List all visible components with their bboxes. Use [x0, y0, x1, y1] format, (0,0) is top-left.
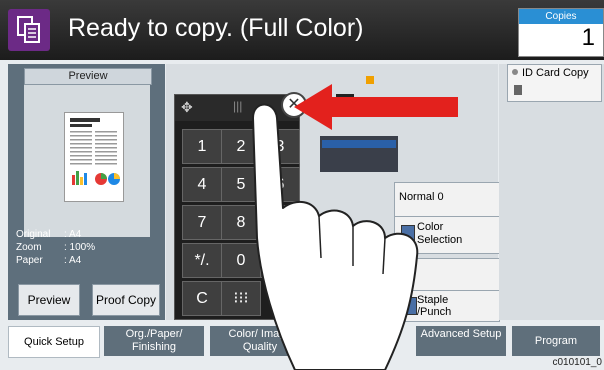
key-1[interactable]: 1	[182, 129, 222, 164]
move-icon[interactable]: ✥	[181, 99, 193, 116]
page-thumbnail	[64, 112, 124, 202]
id-card-copy-label: ID Card Copy	[522, 67, 589, 79]
paper-key: Paper	[16, 255, 43, 266]
key-clear[interactable]: C	[182, 281, 222, 316]
preview-title: Preview	[24, 68, 152, 85]
copies-label: Copies	[519, 9, 603, 24]
copy-icon	[8, 9, 50, 51]
paper-value: : A4	[64, 255, 82, 266]
copies-field[interactable]: Copies 1	[518, 8, 604, 57]
tab-program[interactable]: Program	[512, 326, 600, 356]
right-panel: ID Card Copy	[499, 64, 604, 320]
key-7[interactable]: 7	[182, 205, 222, 240]
hand-pointer-icon	[252, 103, 419, 370]
preview-area	[24, 85, 150, 237]
figure-code: c010101_0	[552, 357, 603, 368]
tab-quick-setup[interactable]: Quick Setup	[8, 326, 100, 358]
zoom-value: : 100%	[64, 242, 96, 253]
zoom-key: Zoom	[16, 242, 42, 253]
original-value: : A4	[64, 229, 82, 240]
status-message: Ready to copy. (Full Color)	[68, 14, 364, 42]
preview-panel: Preview Original: A4 Zoom: 100% Paper …	[8, 64, 165, 320]
zoom-info: Zoom : 100%	[16, 242, 161, 254]
preview-button[interactable]: Preview	[18, 284, 80, 316]
paper-info: Paper : A4	[16, 255, 161, 267]
id-card-status-icon	[512, 69, 518, 75]
id-card-icon	[514, 85, 522, 95]
proof-copy-button[interactable]: Proof Copy	[92, 284, 160, 316]
original-info: Original : A4	[16, 229, 161, 241]
copies-value: 1	[581, 24, 595, 51]
id-card-copy-button[interactable]: ID Card Copy	[507, 64, 602, 102]
status-header: Ready to copy. (Full Color) Copies 1	[0, 0, 604, 60]
key-asterisk[interactable]: */.	[182, 243, 222, 278]
original-key: Original	[16, 229, 51, 240]
copy-screen: Ready to copy. (Full Color) Copies 1 Pre…	[0, 0, 604, 370]
tab-org-paper-finishing[interactable]: Org./Paper/ Finishing	[104, 326, 204, 356]
key-4[interactable]: 4	[182, 167, 222, 202]
